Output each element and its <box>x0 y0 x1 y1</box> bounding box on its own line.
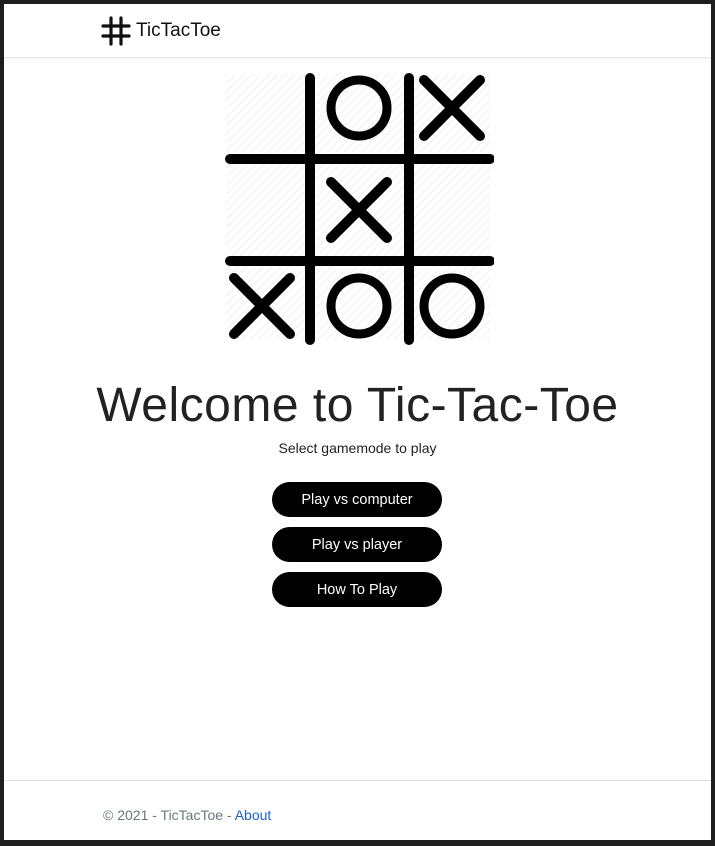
footer: © 2021 - TicTacToe - About <box>4 780 711 840</box>
page-title: Welcome to Tic-Tac-Toe <box>96 379 619 432</box>
about-link[interactable]: About <box>235 807 272 823</box>
navbar: TicTacToe <box>4 4 711 58</box>
how-to-play-button[interactable]: How To Play <box>272 572 442 607</box>
play-vs-computer-button[interactable]: Play vs computer <box>272 482 442 517</box>
app-window: TicTacToe Welcome to Tic-Tac-Toe Select … <box>4 4 711 840</box>
page-subtitle: Select gamemode to play <box>278 440 437 456</box>
footer-copyright: © 2021 - TicTacToe - <box>103 807 235 823</box>
brand-link[interactable]: TicTacToe <box>100 14 221 48</box>
tictactoe-board-image <box>222 70 494 346</box>
hash-icon <box>100 15 132 47</box>
brand-label: TicTacToe <box>136 20 221 41</box>
play-vs-player-button[interactable]: Play vs player <box>272 527 442 562</box>
footer-text: © 2021 - TicTacToe - About <box>103 807 271 823</box>
